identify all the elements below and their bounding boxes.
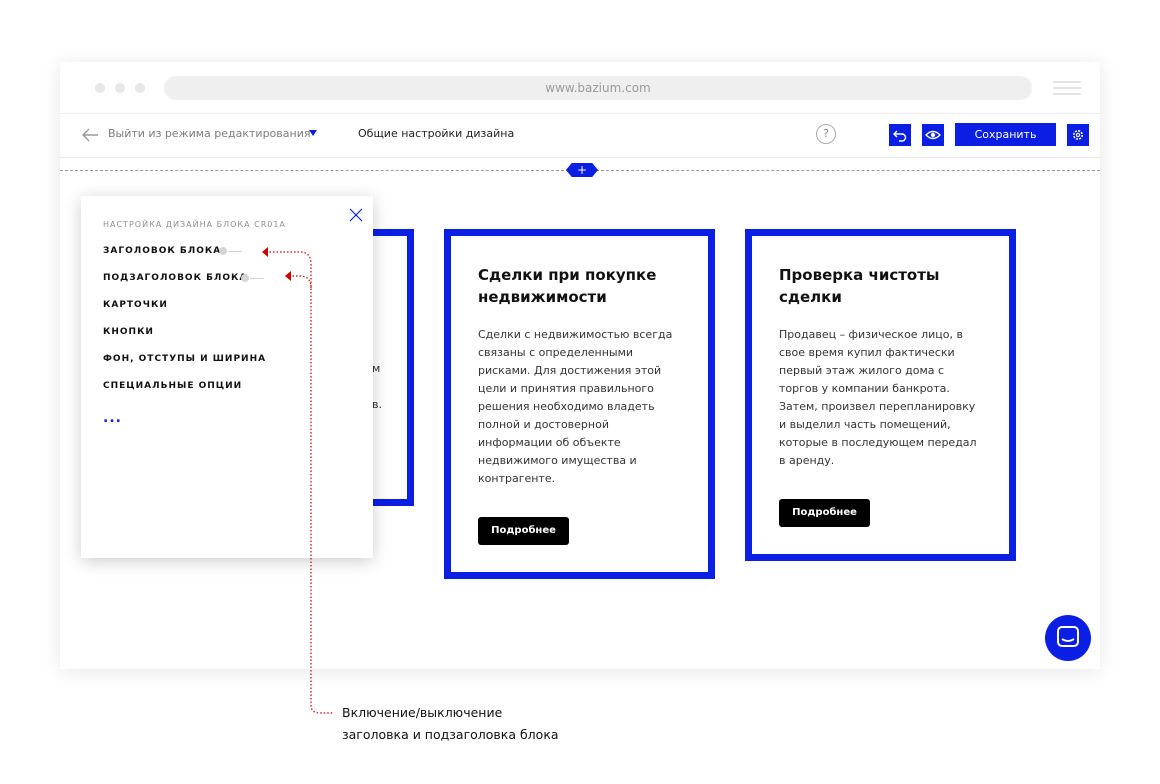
annotation-pointer xyxy=(262,247,334,714)
annotation-text: заголовка и подзаголовка блока xyxy=(342,727,559,742)
annotation-text: Включение/выключение xyxy=(342,705,503,720)
